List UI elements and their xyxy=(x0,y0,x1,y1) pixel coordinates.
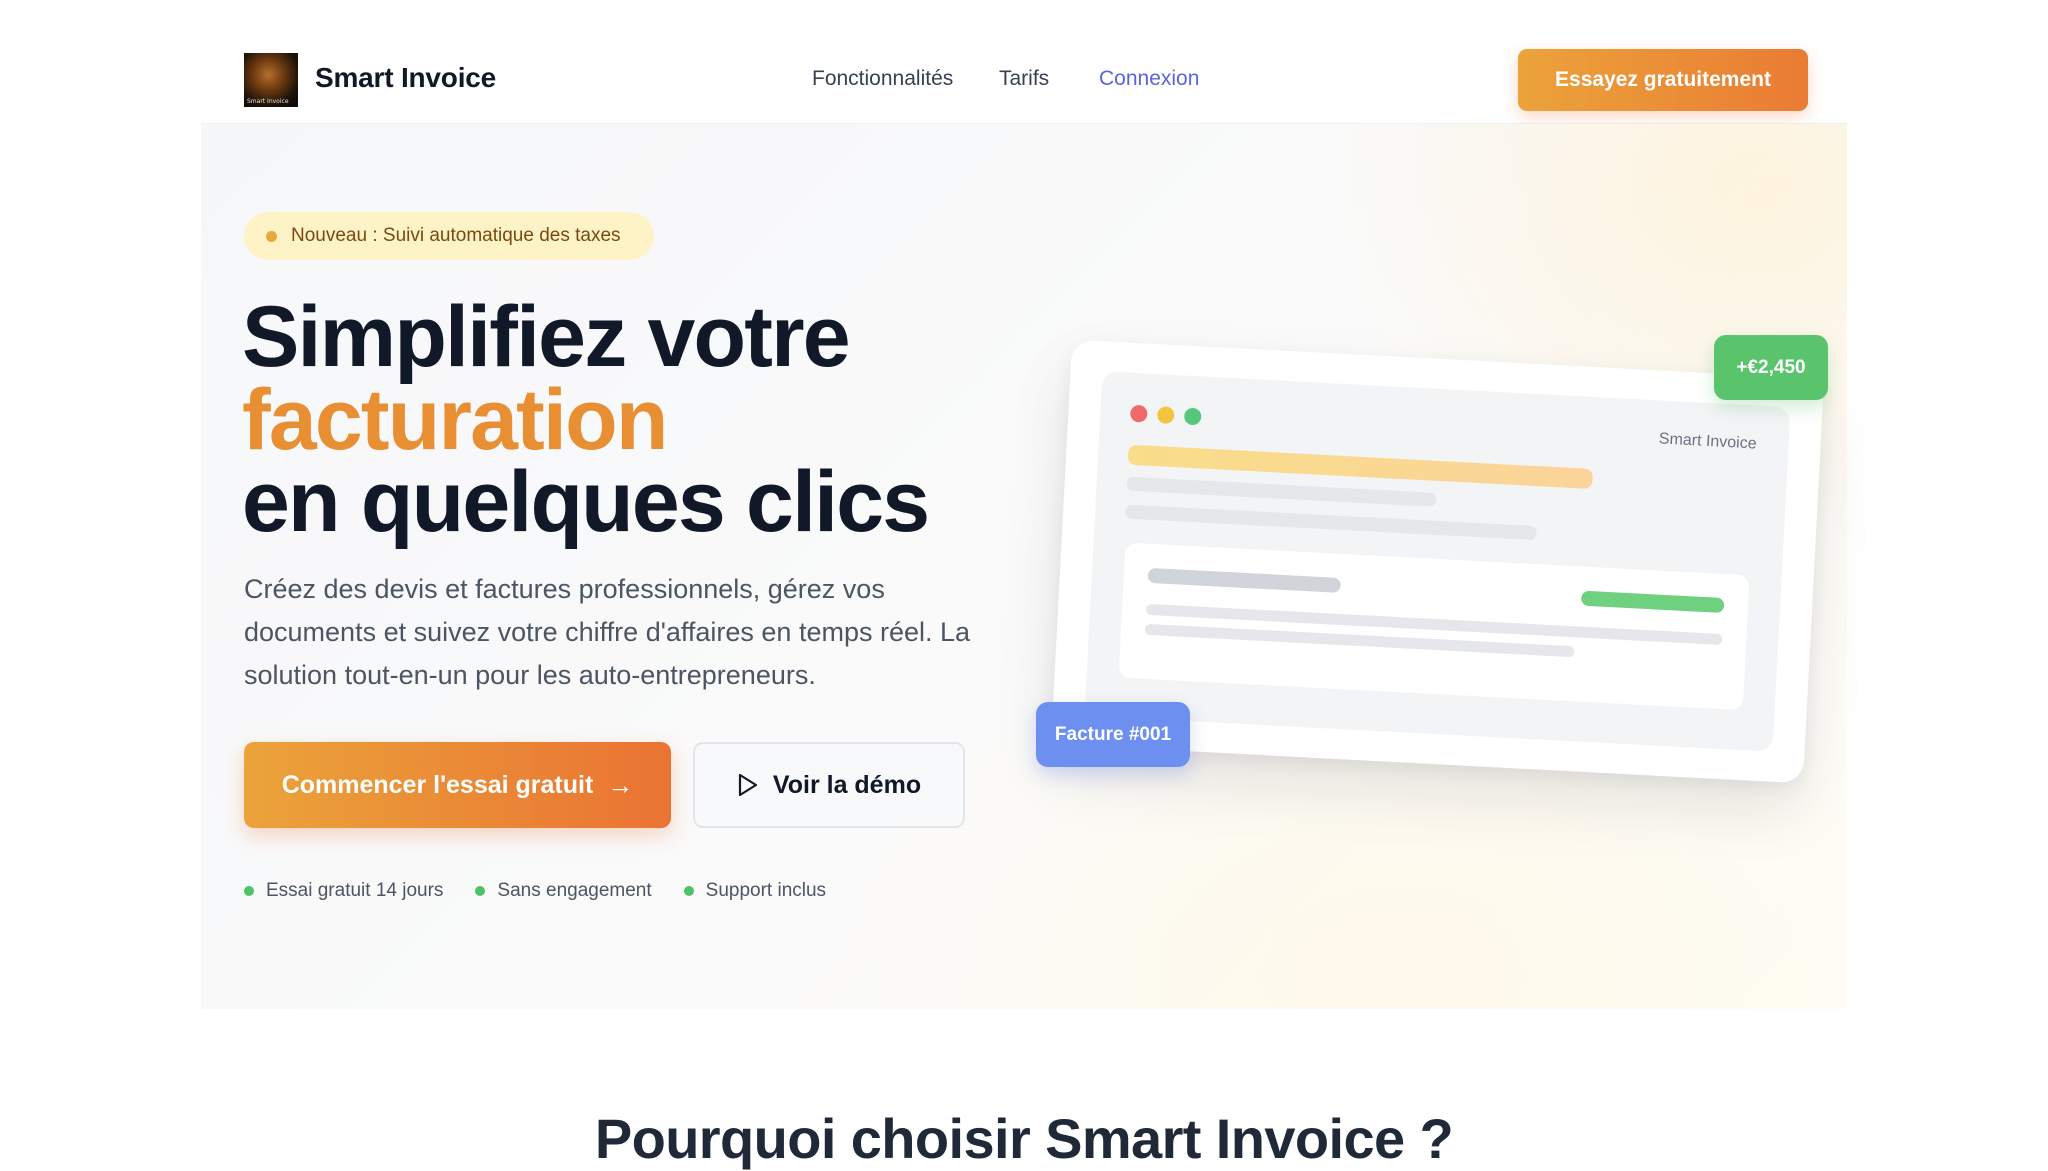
section-heading: Pourquoi choisir Smart Invoice ? xyxy=(594,1107,1454,1170)
announcement-badge: Nouveau : Suivi automatique des taxes xyxy=(244,212,654,260)
try-free-button[interactable]: Essayez gratuitement xyxy=(1518,49,1808,111)
feature-item: Support inclus xyxy=(683,880,827,902)
nav-link-connexion[interactable]: Connexion xyxy=(1099,67,1199,91)
app-preview-window: Smart Invoice xyxy=(1084,371,1791,752)
preview-text-bar xyxy=(1126,476,1437,507)
check-dot-icon xyxy=(475,886,486,896)
preview-card-status-bar xyxy=(1580,590,1725,614)
window-minimize-dot xyxy=(1156,406,1175,425)
hero-title-line-1: Simplifiez votre xyxy=(242,289,851,385)
preview-invoice-card xyxy=(1118,542,1750,711)
watch-demo-button[interactable]: Voir la démo xyxy=(693,742,965,828)
hero-description: Créez des devis et factures professionne… xyxy=(244,574,971,690)
feature-label: Sans engagement xyxy=(497,880,652,901)
check-dot-icon xyxy=(244,886,254,896)
nav-link-tarifs[interactable]: Tarifs xyxy=(999,67,1049,91)
preview-card-title-bar xyxy=(1147,567,1342,593)
feature-list: Essai gratuit 14 jours Sans engagement S… xyxy=(244,877,858,905)
revenue-badge: +€2,450 xyxy=(1714,335,1828,400)
brand-name[interactable]: Smart Invoice xyxy=(315,62,496,94)
window-maximize-dot xyxy=(1183,407,1202,426)
watch-demo-label: Voir la démo xyxy=(772,770,922,799)
feature-item: Sans engagement xyxy=(475,880,652,902)
hero-title-line-3: en quelques clics xyxy=(242,454,930,550)
logo-caption: Smart Invoice xyxy=(247,98,289,105)
feature-label: Support inclus xyxy=(705,880,827,901)
check-dot-icon xyxy=(683,886,694,896)
status-dot xyxy=(266,230,277,242)
hero-title-highlight: facturation xyxy=(242,372,668,468)
feature-item: Essai gratuit 14 jours xyxy=(244,880,443,902)
start-trial-label: Commencer l'essai gratuit xyxy=(281,770,594,799)
announcement-text: Nouveau : Suivi automatique des taxes xyxy=(291,225,621,246)
window-close-dot xyxy=(1129,404,1148,423)
preview-text-bar xyxy=(1124,504,1537,541)
logo-image[interactable]: Smart Invoice xyxy=(244,53,298,107)
invoice-badge: Facture #001 xyxy=(1036,702,1190,767)
nav-link-fonctionnalites[interactable]: Fonctionnalités xyxy=(812,67,953,91)
preview-brand: Smart Invoice xyxy=(1658,430,1758,453)
site-header: Smart Invoice Smart Invoice Fonctionnali… xyxy=(201,0,1847,124)
feature-label: Essai gratuit 14 jours xyxy=(266,880,444,901)
arrow-right-icon: → xyxy=(607,769,634,800)
play-icon xyxy=(737,773,759,797)
start-trial-button[interactable]: Commencer l'essai gratuit → xyxy=(244,742,671,828)
